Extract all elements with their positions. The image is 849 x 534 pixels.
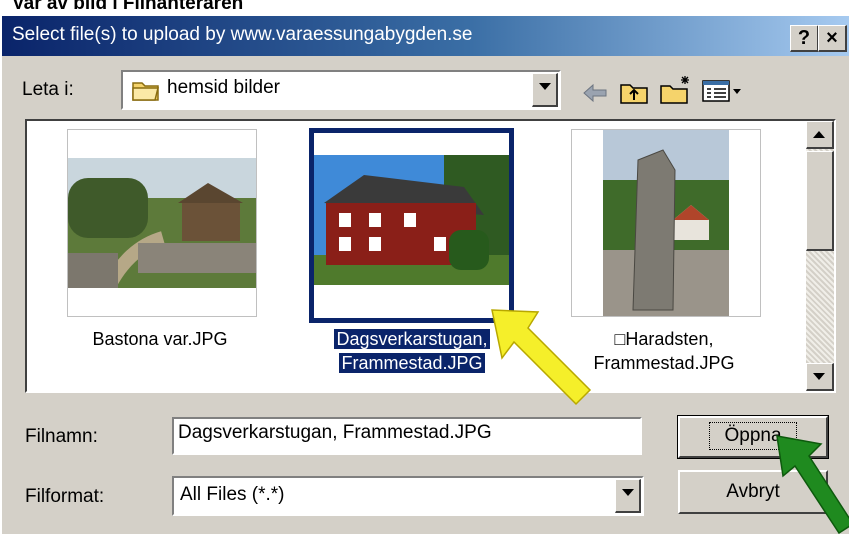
thumbnail-frame-selected bbox=[309, 128, 514, 323]
thumbnail-frame bbox=[571, 129, 761, 317]
file-open-dialog: Select file(s) to upload by www.varaessu… bbox=[2, 16, 849, 534]
yellow-pointer-arrow bbox=[491, 309, 592, 406]
scroll-down-icon[interactable] bbox=[806, 363, 834, 391]
view-menu-icon[interactable] bbox=[702, 79, 744, 103]
new-folder-icon[interactable] bbox=[659, 74, 693, 106]
back-arrow-icon[interactable] bbox=[582, 82, 608, 104]
thumbnail-image bbox=[603, 130, 729, 316]
up-folder-icon[interactable] bbox=[619, 78, 649, 106]
dropdown-arrow-icon[interactable] bbox=[532, 73, 558, 107]
filetype-combobox[interactable]: All Files (*.*) bbox=[172, 476, 644, 516]
filetype-value: All Files (*.*) bbox=[180, 484, 285, 505]
scrollbar-thumb[interactable] bbox=[806, 151, 834, 251]
thumbnail-image bbox=[68, 158, 256, 288]
look-in-combobox[interactable]: hemsid bilder bbox=[121, 70, 561, 110]
page-caption: Var av bild i Filhanteraren bbox=[12, 0, 244, 14]
scroll-up-icon[interactable] bbox=[806, 121, 834, 149]
green-pointer-arrow bbox=[776, 435, 849, 534]
filename-input[interactable]: Dagsverkarstugan, Frammestad.JPG bbox=[172, 417, 642, 455]
help-button[interactable]: ? bbox=[790, 25, 819, 52]
dialog-title: Select file(s) to upload by www.varaessu… bbox=[12, 24, 473, 45]
filename-label: Filnamn: bbox=[25, 426, 98, 447]
filetype-label: Filformat: bbox=[25, 486, 105, 507]
file-item-bastona[interactable]: Bastona var.JPG bbox=[35, 129, 285, 389]
folder-icon bbox=[132, 82, 159, 101]
look-in-label: Leta i: bbox=[22, 79, 74, 100]
file-name-label: Bastona var.JPG bbox=[92, 329, 228, 349]
look-in-value: hemsid bilder bbox=[167, 77, 280, 98]
title-bar[interactable]: Select file(s) to upload by www.varaessu… bbox=[2, 16, 849, 56]
vertical-scrollbar[interactable] bbox=[806, 121, 834, 391]
file-list-view[interactable]: Bastona var.JPG Dagsverkarstugan, Framme… bbox=[25, 119, 836, 393]
thumbnail-frame bbox=[67, 129, 257, 317]
close-button[interactable]: × bbox=[818, 25, 847, 52]
thumbnail-image bbox=[314, 155, 509, 285]
dropdown-arrow-icon[interactable] bbox=[615, 479, 641, 513]
